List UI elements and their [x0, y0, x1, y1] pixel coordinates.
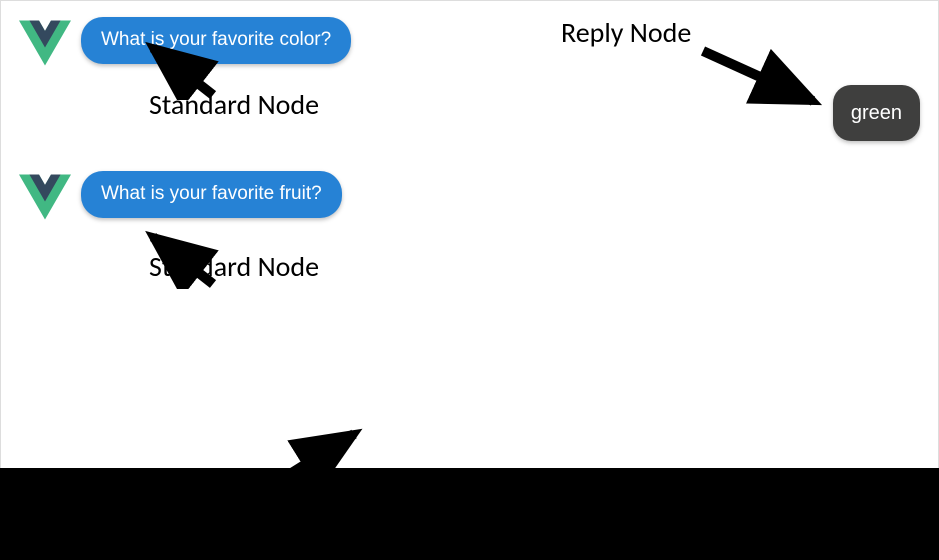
- cutoff-strip: [0, 468, 939, 560]
- vue-logo-icon: [19, 173, 71, 221]
- chat-message-row: green: [19, 85, 920, 141]
- chat-message-row: What is your favorite fruit?: [19, 171, 920, 221]
- user-message-bubble: green: [833, 85, 920, 141]
- bot-message-bubble: What is your favorite fruit?: [81, 171, 342, 218]
- bot-message-bubble: What is your favorite color?: [81, 17, 351, 64]
- annotation-label: Standard Node: [149, 249, 319, 284]
- vue-logo-icon: [19, 19, 71, 67]
- chat-scroll-area[interactable]: What is your favorite color? Standard No…: [1, 1, 938, 481]
- chat-message-row: What is your favorite color?: [19, 17, 920, 67]
